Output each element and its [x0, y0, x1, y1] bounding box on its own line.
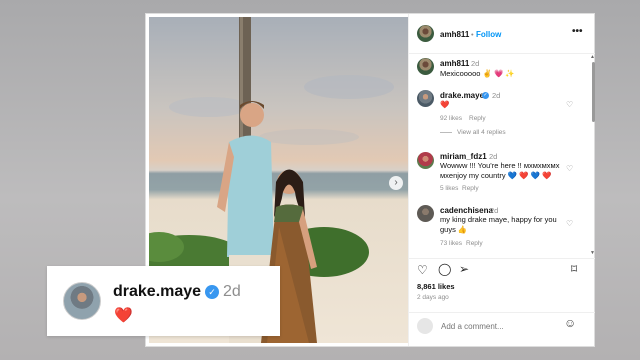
post-likes-count[interactable]: 8,861 likes [417, 282, 455, 291]
comment-likes[interactable]: 5 likes [440, 185, 458, 192]
post-header: amh811 • Follow ••• [409, 14, 595, 54]
emoji-picker-icon[interactable]: ☺ [564, 316, 576, 330]
author-avatar[interactable] [417, 25, 434, 42]
comment-time: 2d [492, 91, 501, 100]
reply-button[interactable]: Reply [466, 240, 483, 247]
comments-scrollbar[interactable] [592, 62, 595, 122]
post-date: 2 days ago [417, 294, 449, 301]
comment-avatar[interactable] [417, 90, 434, 107]
heart-outline-icon[interactable]: ♡ [417, 263, 428, 277]
verified-badge-icon: ✓ [205, 285, 219, 299]
more-options-icon[interactable]: ••• [572, 26, 583, 37]
scroll-down-arrow-icon[interactable]: ▼ [590, 250, 595, 256]
comment-text-line-2: ᴍxenjoy my country 💙 ❤️ 💙 ❤️ [440, 171, 552, 180]
caption-username[interactable]: amh811 [440, 59, 469, 68]
comment-likes[interactable]: 92 likes [440, 115, 462, 122]
comment-like-icon[interactable]: ♡ [566, 219, 573, 228]
caption-text: Mexicooooo ✌️ 💗 ✨ [440, 69, 515, 78]
reply-button[interactable]: Reply [462, 185, 479, 192]
comment-username[interactable]: drake.maye [440, 91, 484, 100]
post-side-panel: amh811 • Follow ••• amh811 2d Mexicooooo… [408, 14, 595, 346]
next-image-button[interactable]: › [389, 176, 403, 190]
current-user-avatar [417, 318, 433, 334]
highlighted-comment-callout: drake.maye ✓ 2d ❤️ [47, 266, 280, 336]
scroll-up-arrow-icon[interactable]: ▲ [590, 54, 595, 60]
send-icon[interactable]: ➢ [459, 262, 469, 276]
comment-username[interactable]: miriam_fdz1 [440, 152, 487, 161]
verified-badge-icon: ✓ [482, 92, 489, 99]
reply-button[interactable]: Reply [469, 115, 486, 122]
comment-text: ❤️ [440, 100, 450, 109]
view-replies-button[interactable]: View all 4 replies [457, 129, 506, 136]
comment-avatar[interactable] [417, 152, 434, 169]
comment-like-icon[interactable]: ♡ [566, 100, 573, 109]
caption-time: 2d [471, 59, 480, 68]
comment-icon[interactable]: ◯ [438, 262, 451, 276]
overlay-username: drake.maye [113, 283, 202, 300]
comment-text-line-1: Wowww !!! You're here !! ᴍxᴍxᴍxᴍx [440, 161, 560, 170]
overlay-avatar [63, 282, 101, 320]
replies-divider [440, 132, 452, 133]
overlay-time: 2d [223, 283, 241, 300]
header-separator: • [471, 30, 474, 39]
caption-avatar[interactable] [417, 58, 434, 75]
overlay-comment-text: ❤️ [114, 307, 133, 324]
comment-text-line-1: my king drake maye, happy for you [440, 215, 557, 224]
comment-time: 2d [490, 206, 499, 215]
comment-like-icon[interactable]: ♡ [566, 164, 573, 173]
comment-username[interactable]: cadenchisena [440, 206, 493, 215]
comment-text-line-2: guys 👍 [440, 225, 468, 234]
action-divider [409, 258, 595, 259]
add-comment-input[interactable] [441, 319, 561, 333]
bookmark-icon[interactable]: ⌑ [571, 262, 577, 276]
follow-button[interactable]: Follow [476, 30, 501, 39]
comment-likes[interactable]: 73 likes [440, 240, 462, 247]
comment-time: 2d [489, 152, 498, 161]
author-username[interactable]: amh811 [440, 30, 469, 39]
comment-avatar[interactable] [417, 205, 434, 222]
